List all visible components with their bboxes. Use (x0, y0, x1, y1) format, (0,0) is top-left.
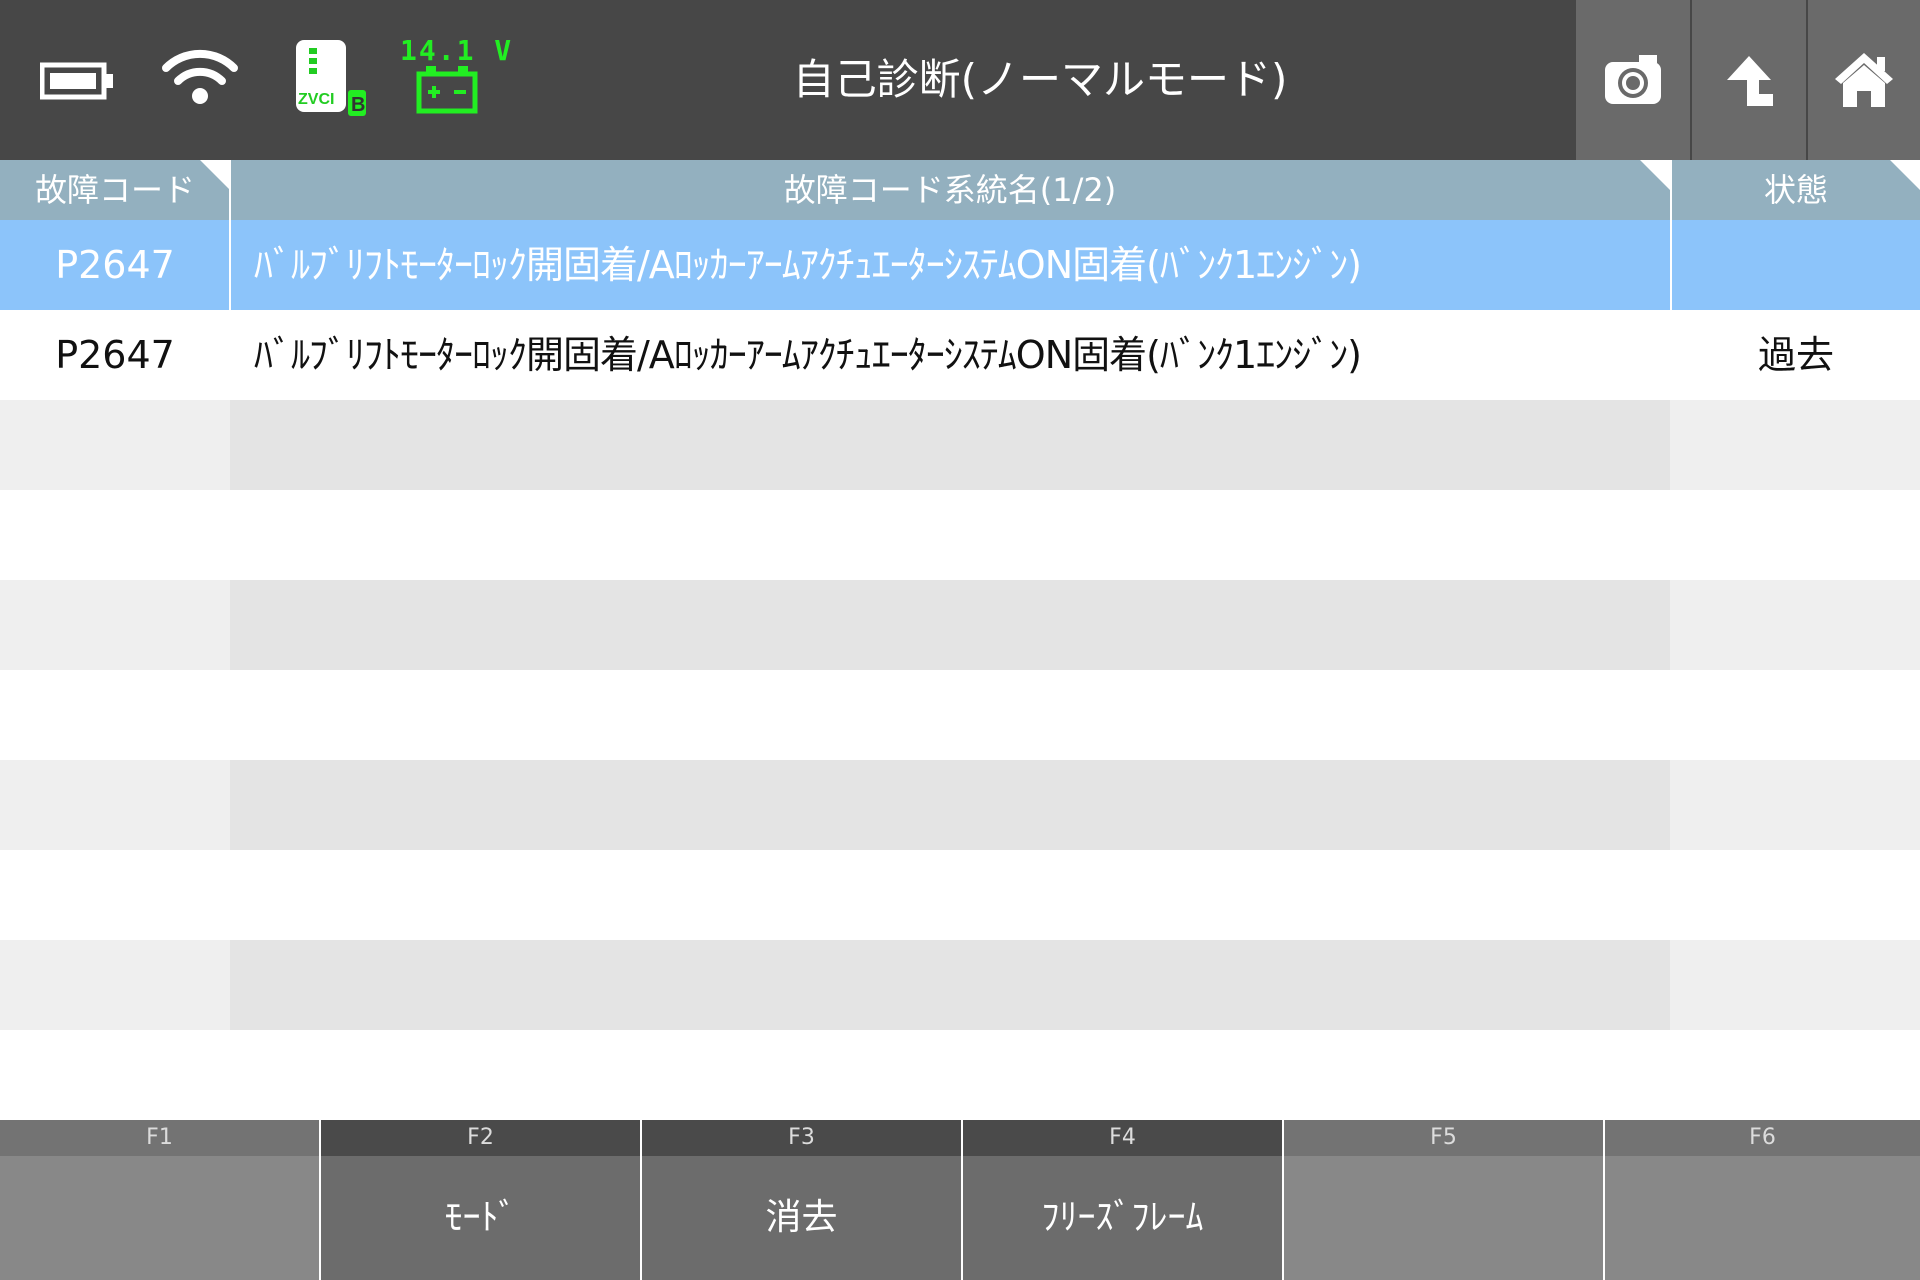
voltage-indicator: 14.1 V (400, 34, 514, 118)
sort-corner-status (1890, 160, 1920, 190)
dtc-status: 過去 (1757, 333, 1834, 377)
mode-label: ﾓｰﾄﾞ (321, 1156, 640, 1280)
dtc-status (1672, 220, 1920, 310)
f5-label (1284, 1156, 1603, 1280)
dtc-table: 故障コード 故障コード系統名(1/2) 状態 P2647 ﾊﾞﾙﾌﾞﾘﾌﾄﾓｰﾀ… (0, 160, 1920, 1030)
erase-label: 消去 (642, 1156, 961, 1280)
screenshot-button[interactable] (1576, 0, 1690, 160)
f6-label (1605, 1156, 1920, 1280)
car-battery-icon (416, 66, 478, 114)
empty-row (0, 670, 1920, 760)
sort-corner-code (200, 160, 230, 190)
f6-key-label: F6 (1605, 1120, 1920, 1156)
f2-key-label: F2 (321, 1120, 640, 1156)
f3-key-label: F3 (642, 1120, 961, 1156)
table-header: 故障コード 故障コード系統名(1/2) 状態 (0, 160, 1920, 220)
f5-button[interactable]: F5 (1284, 1120, 1603, 1280)
column-header-name[interactable]: 故障コード系統名(1/2) (230, 160, 1670, 220)
zvci-label: ZVCI (298, 91, 334, 108)
dtc-name: ﾊﾞﾙﾌﾞﾘﾌﾄﾓｰﾀｰﾛｯｸ開固着/AﾛｯｶｰｱｰﾑｱｸﾁｭｴｰﾀｰｼｽﾃﾑO… (254, 333, 1362, 377)
wifi-icon (162, 49, 238, 104)
mode-button[interactable]: F2 ﾓｰﾄﾞ (321, 1120, 640, 1280)
home-button[interactable] (1808, 0, 1920, 160)
table-row[interactable]: P2647 ﾊﾞﾙﾌﾞﾘﾌﾄﾓｰﾀｰﾛｯｸ開固着/Aﾛｯｶｰｱｰﾑｱｸﾁｭｴｰﾀ… (0, 310, 1920, 400)
dtc-code: P2647 (55, 333, 175, 377)
empty-row (0, 490, 1920, 580)
erase-button[interactable]: F3 消去 (642, 1120, 961, 1280)
zvci-badge: B (351, 94, 365, 116)
page-title: 自己診断(ノーマルモード) (792, 55, 1288, 104)
empty-row (0, 760, 1920, 850)
up-arrow-icon (1727, 56, 1773, 106)
empty-row (0, 850, 1920, 940)
home-icon (1835, 53, 1893, 107)
f4-key-label: F4 (963, 1120, 1282, 1156)
f5-key-label: F5 (1284, 1120, 1603, 1156)
back-button[interactable] (1692, 0, 1806, 160)
f1-label (0, 1156, 319, 1280)
camera-icon (1605, 55, 1661, 104)
zvci-icon: ZVCI B (296, 40, 366, 116)
dtc-code: P2647 (55, 243, 175, 287)
freeze-frame-label: ﾌﾘｰｽﾞﾌﾚｰﾑ (963, 1156, 1282, 1280)
f1-button[interactable]: F1 (0, 1120, 319, 1280)
column-header-code[interactable]: 故障コード (0, 160, 230, 220)
empty-row (0, 400, 1920, 490)
f1-key-label: F1 (0, 1120, 319, 1156)
empty-row (0, 580, 1920, 670)
dtc-name: ﾊﾞﾙﾌﾞﾘﾌﾄﾓｰﾀｰﾛｯｸ開固着/AﾛｯｶｰｱｰﾑｱｸﾁｭｴｰﾀｰｼｽﾃﾑO… (254, 243, 1362, 287)
top-bar: ZVCI B 14.1 V 自己診断(ノーマルモード) (0, 0, 1920, 160)
table-row[interactable]: P2647 ﾊﾞﾙﾌﾞﾘﾌﾄﾓｰﾀｰﾛｯｸ開固着/Aﾛｯｶｰｱｰﾑｱｸﾁｭｴｰﾀ… (0, 220, 1920, 310)
voltage-readout: 14.1 V (400, 34, 514, 67)
function-key-bar: F1 F2 ﾓｰﾄﾞ F3 消去 F4 ﾌﾘｰｽﾞﾌﾚｰﾑ F5 F6 (0, 1120, 1920, 1280)
empty-row (0, 940, 1920, 1030)
column-header-status[interactable]: 状態 (1672, 160, 1920, 220)
sort-corner-name (1640, 160, 1670, 190)
freeze-frame-button[interactable]: F4 ﾌﾘｰｽﾞﾌﾚｰﾑ (963, 1120, 1282, 1280)
f6-button[interactable]: F6 (1605, 1120, 1920, 1280)
battery-icon (40, 62, 113, 100)
